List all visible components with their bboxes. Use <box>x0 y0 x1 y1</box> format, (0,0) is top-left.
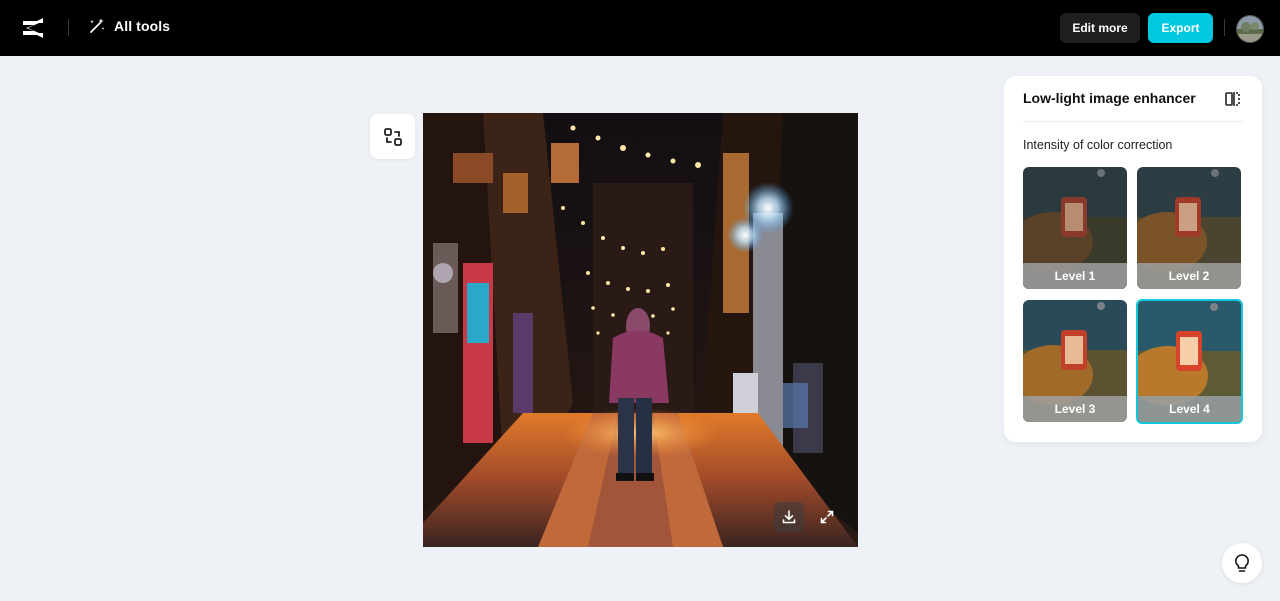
level-2-label: Level 2 <box>1137 263 1241 289</box>
level-2-option[interactable]: Level 2 <box>1137 167 1241 289</box>
download-button[interactable] <box>774 502 804 532</box>
level-3-option[interactable]: Level 3 <box>1023 300 1127 422</box>
fullscreen-button[interactable] <box>812 502 842 532</box>
result-image <box>423 113 858 547</box>
top-bar: All tools Edit more Export <box>0 0 1280 56</box>
magic-wand-icon <box>90 18 105 33</box>
split-compare-icon[interactable] <box>1224 90 1242 108</box>
level-1-option[interactable]: Level 1 <box>1023 167 1127 289</box>
user-avatar[interactable] <box>1236 15 1264 43</box>
compare-swap-icon <box>383 127 402 146</box>
level-3-label: Level 3 <box>1023 396 1127 422</box>
expand-icon <box>820 510 834 524</box>
header-divider <box>68 19 69 36</box>
lightbulb-icon <box>1235 554 1249 572</box>
edit-more-button[interactable]: Edit more <box>1060 13 1140 43</box>
header-divider <box>1224 19 1225 36</box>
capcut-logo-icon[interactable] <box>20 16 46 40</box>
level-4-option[interactable]: Level 4 <box>1136 299 1243 424</box>
export-button[interactable]: Export <box>1148 13 1213 43</box>
download-icon <box>782 510 796 524</box>
all-tools-label: All tools <box>114 18 171 34</box>
all-tools-button[interactable]: All tools <box>88 17 170 35</box>
help-button[interactable] <box>1222 543 1262 583</box>
level-1-label: Level 1 <box>1023 263 1127 289</box>
level-4-label: Level 4 <box>1138 396 1241 422</box>
intensity-label: Intensity of color correction <box>1023 138 1173 152</box>
compare-button[interactable] <box>370 114 415 159</box>
enhancer-panel: Low-light image enhancer Intensity of co… <box>1004 76 1262 442</box>
panel-title: Low-light image enhancer <box>1023 90 1196 106</box>
panel-divider <box>1023 121 1243 122</box>
